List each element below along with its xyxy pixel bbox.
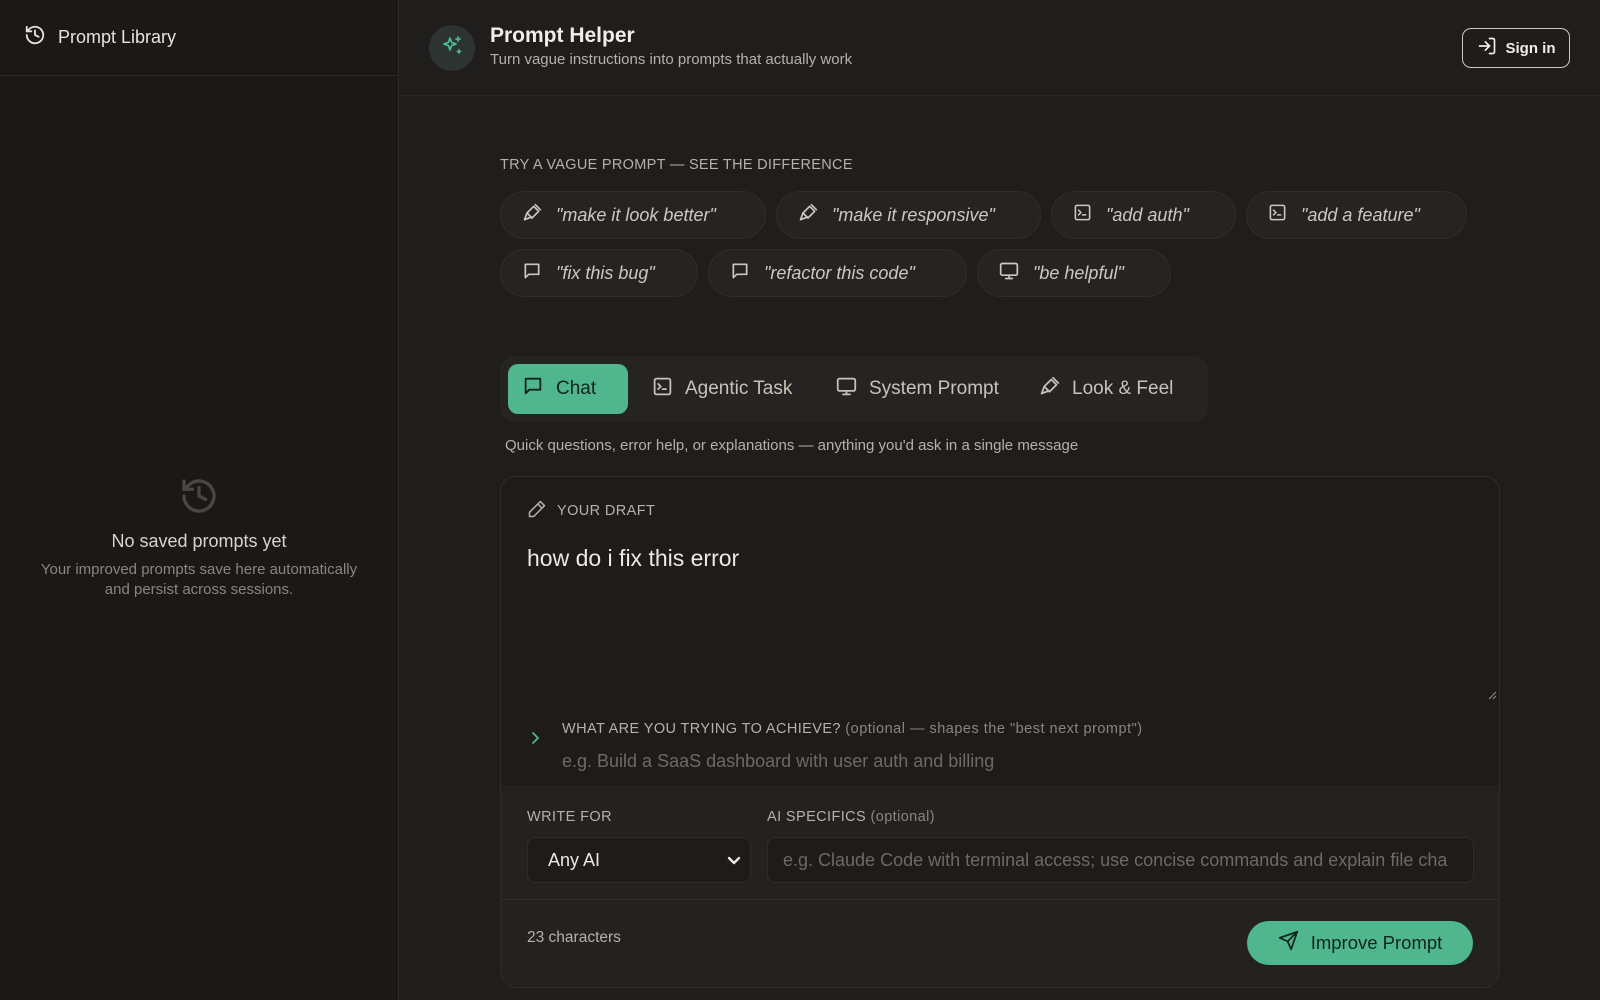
options-panel: WRITE FOR AI SPECIFICS (optional) Any AI… [501,785,1499,987]
example-chip-add-a-feature[interactable]: "add a feature" [1246,191,1467,239]
example-chip-label: "refactor this code" [764,262,915,283]
tab-description: Quick questions, error help, or explanat… [505,437,1079,454]
history-icon [24,24,46,51]
improve-prompt-label: Improve Prompt [1310,932,1443,953]
prompt-library-sidebar: Prompt Library No saved prompts yet Your… [0,0,399,1000]
sign-in-label: Sign in [1505,39,1556,57]
send-icon [1278,930,1299,956]
sidebar-title: Prompt Library [58,27,177,47]
sparkles-icon [440,34,464,63]
example-chip-label: "make it responsive" [832,204,995,225]
draft-label-text: YOUR DRAFT [557,503,656,519]
tab-system-prompt[interactable]: System Prompt [822,364,1006,414]
write-for-select[interactable]: Any AI [527,837,751,883]
ai-specifics-label-text: AI SPECIFICS [767,809,867,825]
monitor-icon [836,376,857,403]
tab-chat[interactable]: Chat [508,364,628,414]
resize-handle-icon[interactable] [1487,687,1497,705]
tab-label: Chat [556,378,597,399]
empty-state-description: Your improved prompts save here automati… [40,561,358,598]
example-chip-label: "add auth" [1106,204,1189,225]
tab-label: Agentic Task [685,378,793,399]
terminal-icon [652,376,673,403]
chat-icon [730,261,750,286]
goal-optional-note: (optional — shapes the "best next prompt… [845,721,1143,737]
goal-label: WHAT ARE YOU TRYING TO ACHIEVE? (optiona… [562,721,1143,737]
pencil-icon [527,499,547,523]
app-header: Prompt Helper Turn vague instructions in… [400,0,1600,96]
draft-label: YOUR DRAFT [527,499,655,523]
tab-label: Look & Feel [1072,378,1174,399]
brush-icon [798,203,818,228]
mode-tabs: Chat Agentic Task System Prompt Look & F… [500,356,1208,422]
tab-agentic-task[interactable]: Agentic Task [638,364,804,414]
draft-textarea[interactable]: how do i fix this error [527,545,739,572]
chevron-down-icon [726,852,742,873]
example-chip-make-it-look-better[interactable]: "make it look better" [500,191,766,239]
ai-specifics-input[interactable] [767,837,1474,883]
sign-in-icon [1477,36,1497,60]
example-chip-label: "fix this bug" [556,262,655,283]
goal-label-text: WHAT ARE YOU TRYING TO ACHIEVE? [562,721,841,737]
empty-state: No saved prompts yet Your improved promp… [0,476,398,600]
prompt-card: YOUR DRAFT how do i fix this error WHAT … [500,476,1500,988]
goal-input[interactable] [562,747,1162,775]
chevron-right-icon[interactable] [530,731,542,750]
tab-look-and-feel[interactable]: Look & Feel [1025,364,1195,414]
chat-icon [522,261,542,286]
write-for-selected-value: Any AI [548,849,601,870]
footer-divider [501,899,1499,900]
brush-icon [1039,376,1060,403]
sidebar-header: Prompt Library [0,0,398,76]
terminal-icon [1073,203,1092,227]
example-chip-label: "be helpful" [1033,262,1124,283]
app-title: Prompt Helper [490,24,635,47]
brush-icon [522,203,542,228]
example-chip-make-it-responsive[interactable]: "make it responsive" [776,191,1041,239]
tab-label: System Prompt [869,378,999,399]
examples-label: TRY A VAGUE PROMPT — SEE THE DIFFERENCE [500,157,853,173]
empty-state-heading: No saved prompts yet [111,531,287,551]
write-for-label: WRITE FOR [527,809,612,825]
example-chip-refactor-this-code[interactable]: "refactor this code" [708,249,967,297]
example-chip-label: "add a feature" [1301,204,1420,225]
history-icon [179,476,219,521]
character-count: 23 characters [527,929,621,946]
app-subtitle: Turn vague instructions into prompts tha… [490,51,853,68]
example-chip-be-helpful[interactable]: "be helpful" [977,249,1171,297]
improve-prompt-button[interactable]: Improve Prompt [1247,921,1473,965]
chat-icon [522,375,544,403]
example-chip-fix-this-bug[interactable]: "fix this bug" [500,249,698,297]
terminal-icon [1268,203,1287,227]
sign-in-button[interactable]: Sign in [1462,28,1570,68]
ai-specifics-optional-note: (optional) [870,809,935,825]
ai-specifics-label: AI SPECIFICS (optional) [767,809,935,825]
example-chip-label: "make it look better" [556,204,716,225]
app-logo [429,25,475,71]
monitor-icon [999,261,1019,286]
example-chip-add-auth[interactable]: "add auth" [1051,191,1236,239]
